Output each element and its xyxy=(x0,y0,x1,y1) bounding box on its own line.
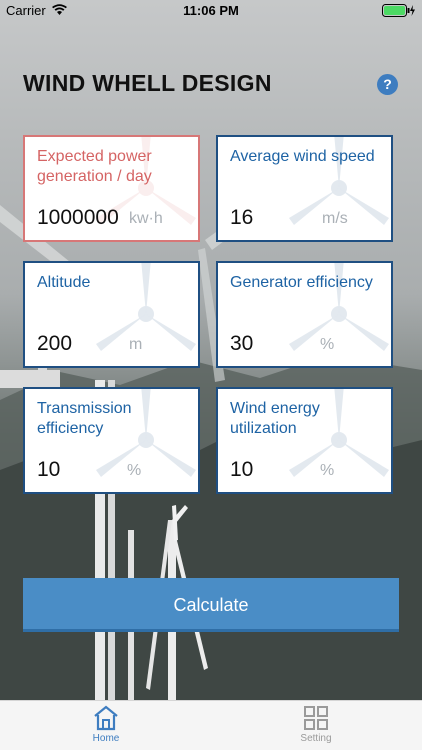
tab-home[interactable]: Home xyxy=(66,705,146,744)
home-icon xyxy=(94,705,118,731)
card-label: Transmission efficiency xyxy=(37,400,132,437)
help-icon[interactable]: ? xyxy=(377,74,398,95)
input-card-wind-energy-utilization[interactable]: Wind energy utilization 10 % xyxy=(216,387,393,494)
card-unit: % xyxy=(320,462,335,479)
card-value-input[interactable]: 10 xyxy=(230,458,253,482)
tab-label: Home xyxy=(92,733,120,744)
card-unit: % xyxy=(320,336,335,353)
card-label: Expected power generation / day xyxy=(37,148,152,185)
tab-label: Setting xyxy=(300,733,332,744)
input-card-transmission-efficiency[interactable]: Transmission efficiency 10 % xyxy=(23,387,200,494)
card-unit: % xyxy=(127,462,142,479)
grid-icon xyxy=(304,706,328,730)
card-value-input[interactable]: 200 xyxy=(37,332,72,356)
calculate-button[interactable]: Calculate xyxy=(23,578,399,632)
status-time: 11:06 PM xyxy=(183,3,239,18)
status-bar: Carrier 11:06 PM xyxy=(0,0,422,22)
card-value-input[interactable]: 16 xyxy=(230,206,253,230)
page-title: WIND WHELL DESIGN xyxy=(23,70,272,96)
card-value-input[interactable]: 1000000 xyxy=(37,206,119,230)
card-label: Average wind speed xyxy=(230,148,375,165)
card-unit: m xyxy=(129,336,143,353)
input-card-wind-speed[interactable]: Average wind speed 16 m/s xyxy=(216,135,393,242)
card-value-input[interactable]: 10 xyxy=(37,458,60,482)
card-unit: kw·h xyxy=(129,210,163,227)
input-card-altitude[interactable]: Altitude 200 m xyxy=(23,261,200,368)
card-label: Altitude xyxy=(37,274,91,291)
card-unit: m/s xyxy=(322,210,348,227)
input-card-generator-efficiency[interactable]: Generator efficiency 30 % xyxy=(216,261,393,368)
card-label: Generator efficiency xyxy=(230,274,373,291)
tab-setting[interactable]: Setting xyxy=(276,705,356,744)
tab-bar: Home Setting xyxy=(0,700,422,750)
input-card-power[interactable]: Expected power generation / day 1000000 … xyxy=(23,135,200,242)
battery-icon xyxy=(382,4,415,17)
card-label: Wind energy utilization xyxy=(230,400,320,437)
card-value-input[interactable]: 30 xyxy=(230,332,253,356)
